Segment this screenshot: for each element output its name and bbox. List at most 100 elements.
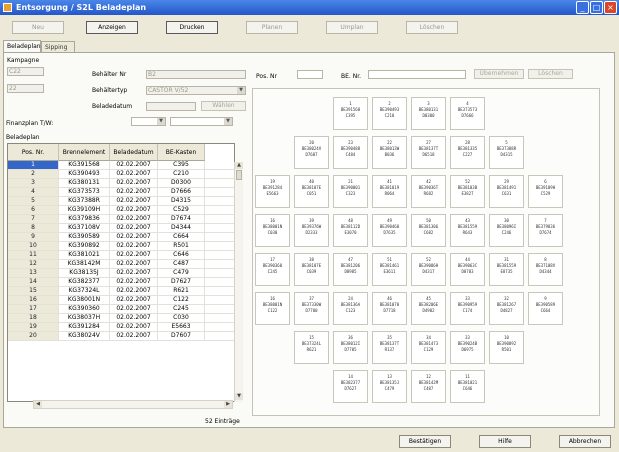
tab-beladeplan[interactable]: Beladeplan bbox=[3, 40, 41, 52]
plan-cell[interactable]: 50 BE381306 C682 bbox=[411, 214, 446, 247]
close-icon[interactable]: × bbox=[604, 1, 617, 14]
plan-cell[interactable]: 2 BE390493 C210 bbox=[372, 97, 407, 130]
table-row[interactable]: 15 KG37324L 02.02.2007 R621 bbox=[8, 287, 234, 296]
behaeltertyp-select[interactable]: CASTOR V/52 ▼ bbox=[146, 86, 246, 95]
plan-cell[interactable]: 30 BE38096I C246 bbox=[489, 214, 524, 247]
plan-cell[interactable]: 46 BE381070 D7718 bbox=[372, 292, 407, 325]
plan-cell[interactable]: 36 BE38012I D7705 bbox=[333, 331, 368, 364]
table-row[interactable]: 6 KG39109H 02.02.2007 C529 bbox=[8, 206, 234, 215]
plan-cell[interactable]: 49 BE390460 D7635 bbox=[372, 214, 407, 247]
kampagne-field-2[interactable]: 22 bbox=[7, 84, 44, 93]
table-row[interactable]: 3 KG380131 02.02.2007 D0300 bbox=[8, 179, 234, 188]
toolbar-button-5[interactable]: Löschen bbox=[406, 21, 458, 34]
col-header-pos[interactable]: Pos. Nr. bbox=[8, 144, 59, 161]
plan-cell[interactable]: 37 BE37330W D7700 bbox=[294, 292, 329, 325]
table-row[interactable]: 11 KG381021 02.02.2007 C646 bbox=[8, 251, 234, 260]
plan-cell[interactable]: 47 BE381206 D8985 bbox=[333, 253, 368, 286]
table-vertical-scrollbar[interactable]: ▲ ▼ bbox=[234, 162, 243, 402]
scroll-thumb[interactable] bbox=[236, 170, 242, 180]
plan-cell[interactable]: 12 BE38142M C487 bbox=[411, 370, 446, 403]
behaelter-nr-field[interactable]: B2 bbox=[146, 70, 246, 79]
table-row[interactable]: 9 KG390589 02.02.2007 C664 bbox=[8, 233, 234, 242]
table-row[interactable]: 14 KG382377 02.02.2007 D7627 bbox=[8, 278, 234, 287]
chevron-down-icon[interactable]: ▼ bbox=[157, 118, 165, 125]
scroll-down-icon[interactable]: ▼ bbox=[235, 393, 243, 400]
uebernehmen-button[interactable]: Übernehmen bbox=[474, 69, 524, 79]
toolbar-button-3[interactable]: Planen bbox=[246, 21, 298, 34]
col-header-brennelement[interactable]: Brennelement bbox=[59, 144, 110, 161]
toolbar-button-0[interactable]: Neu bbox=[12, 21, 64, 34]
plan-cell[interactable]: 11 BE381021 C646 bbox=[450, 370, 485, 403]
plan-cell[interactable]: 29 BE381491 C631 bbox=[489, 175, 524, 208]
table-row[interactable]: 18 KG38037H 02.02.2007 C030 bbox=[8, 314, 234, 323]
pos-nr-field[interactable] bbox=[297, 70, 323, 79]
table-row[interactable]: 13 KG38135J 02.02.2007 C479 bbox=[8, 269, 234, 278]
plan-cell[interactable]: 7 BE379836 D7674 bbox=[528, 214, 563, 247]
plan-cell[interactable]: 28 BE381335 C227 bbox=[450, 136, 485, 169]
plan-cell[interactable]: 35 BE38137T R137 bbox=[372, 331, 407, 364]
plan-cell[interactable]: 33 BE39024B D6975 bbox=[450, 331, 485, 364]
plan-cell[interactable]: 16 BE38001N C030 bbox=[255, 214, 290, 247]
plan-cell[interactable]: 6 BE39109H C529 bbox=[528, 175, 563, 208]
table-horizontal-scrollbar[interactable]: ◀ ▶ bbox=[33, 400, 233, 409]
plan-cell[interactable]: 39 BE39376W D2333 bbox=[294, 214, 329, 247]
plan-cell[interactable]: 44 BE39063C D8783 bbox=[450, 253, 485, 286]
beladedatum-field[interactable] bbox=[146, 102, 196, 111]
plan-cell[interactable]: 45 BE38206E D4902 bbox=[411, 292, 446, 325]
chevron-down-icon[interactable]: ▼ bbox=[224, 118, 232, 125]
plan-cell[interactable]: 27 BE38137T D6518 bbox=[411, 136, 446, 169]
table-row[interactable]: 1 KG391568 02.02.2007 C395 bbox=[8, 161, 234, 170]
scroll-left-icon[interactable]: ◀ bbox=[34, 401, 42, 408]
table-row[interactable]: 2 KG390493 02.02.2007 C210 bbox=[8, 170, 234, 179]
minimize-icon[interactable]: _ bbox=[576, 1, 589, 14]
plan-cell[interactable]: 51 BE381461 E3611 bbox=[372, 253, 407, 286]
plan-cell[interactable]: 17 BE390360 C245 bbox=[255, 253, 290, 286]
table-row[interactable]: 20 KG38024V 02.02.2007 D7607 bbox=[8, 332, 234, 341]
scroll-up-icon[interactable]: ▲ bbox=[235, 162, 243, 169]
plan-cell[interactable]: 8 BE37108V D4344 bbox=[528, 253, 563, 286]
col-header-be-kasten[interactable]: BE-Kasten bbox=[158, 144, 205, 161]
maximize-icon[interactable]: □ bbox=[590, 1, 603, 14]
plan-cell[interactable]: 34 BE381473 C129 bbox=[411, 331, 446, 364]
toolbar-button-2[interactable]: Drucken bbox=[166, 21, 218, 34]
plan-cell[interactable]: 24 BE38136A C123 bbox=[333, 292, 368, 325]
plan-cell[interactable]: 3 BE380131 D0300 bbox=[411, 97, 446, 130]
table-row[interactable]: 10 KG390892 02.02.2007 R501 bbox=[8, 242, 234, 251]
plan-cell[interactable]: 16 BE38001N C122 bbox=[255, 292, 290, 325]
table-row[interactable]: 19 KG391284 02.02.2007 E5663 bbox=[8, 323, 234, 332]
table-row[interactable]: 5 KG37388R 02.02.2007 D4315 bbox=[8, 197, 234, 206]
plan-cell[interactable]: 43 BE381559 R643 bbox=[450, 214, 485, 247]
plan-cell[interactable]: 20 BE38024V D7607 bbox=[294, 136, 329, 169]
finanzplan-select-1[interactable]: ▼ bbox=[131, 117, 166, 126]
tab-sipping[interactable]: Sipping bbox=[41, 41, 75, 52]
table-row[interactable]: 17 KG390360 02.02.2007 C245 bbox=[8, 305, 234, 314]
be-nr-field[interactable] bbox=[368, 70, 466, 79]
plan-cell[interactable]: 9 BE390589 C664 bbox=[528, 292, 563, 325]
plan-cell[interactable]: 52 BE38103B E3827 bbox=[450, 175, 485, 208]
loeschen-button[interactable]: Löschen bbox=[528, 69, 573, 79]
plan-cell[interactable]: 33 BE390959 C174 bbox=[450, 292, 485, 325]
kampagne-field[interactable]: C22 bbox=[7, 67, 44, 76]
toolbar-button-1[interactable]: Anzeigen bbox=[86, 21, 138, 34]
plan-cell[interactable]: 21 BE390001 C323 bbox=[333, 175, 368, 208]
col-header-beladedatum[interactable]: Beladedatum bbox=[110, 144, 158, 161]
table-row[interactable]: 12 KG38142M 02.02.2007 C487 bbox=[8, 260, 234, 269]
abbrechen-button[interactable]: Abbrechen bbox=[559, 435, 611, 448]
plan-cell[interactable]: 4 BE373573 D7666 bbox=[450, 97, 485, 130]
scroll-right-icon[interactable]: ▶ bbox=[224, 401, 232, 408]
table-row[interactable]: 16 KG38001N 02.02.2007 C122 bbox=[8, 296, 234, 305]
plan-cell[interactable]: 13 BE38135J C479 bbox=[372, 370, 407, 403]
plan-cell[interactable]: 5 BE37388R D4315 bbox=[489, 136, 524, 169]
select-button[interactable]: Wählen bbox=[201, 101, 246, 111]
chevron-down-icon[interactable]: ▼ bbox=[237, 87, 245, 94]
plan-cell[interactable]: 23 BE390488 C484 bbox=[333, 136, 368, 169]
plan-cell[interactable]: 41 BE381019 R064 bbox=[372, 175, 407, 208]
table-row[interactable]: 4 KG373573 02.02.2007 D7666 bbox=[8, 188, 234, 197]
plan-cell[interactable]: 19 BE391284 E5663 bbox=[255, 175, 290, 208]
plan-cell[interactable]: 1 BE391568 C395 bbox=[333, 97, 368, 130]
plan-cell[interactable]: 40 BE38107E C051 bbox=[294, 175, 329, 208]
plan-cell[interactable]: 52 BE39086H D4317 bbox=[411, 253, 446, 286]
plan-cell[interactable]: 14 BE382377 D7627 bbox=[333, 370, 368, 403]
table-row[interactable]: 8 KG37108V 02.02.2007 D4344 bbox=[8, 224, 234, 233]
toolbar-button-4[interactable]: Umplan bbox=[326, 21, 378, 34]
